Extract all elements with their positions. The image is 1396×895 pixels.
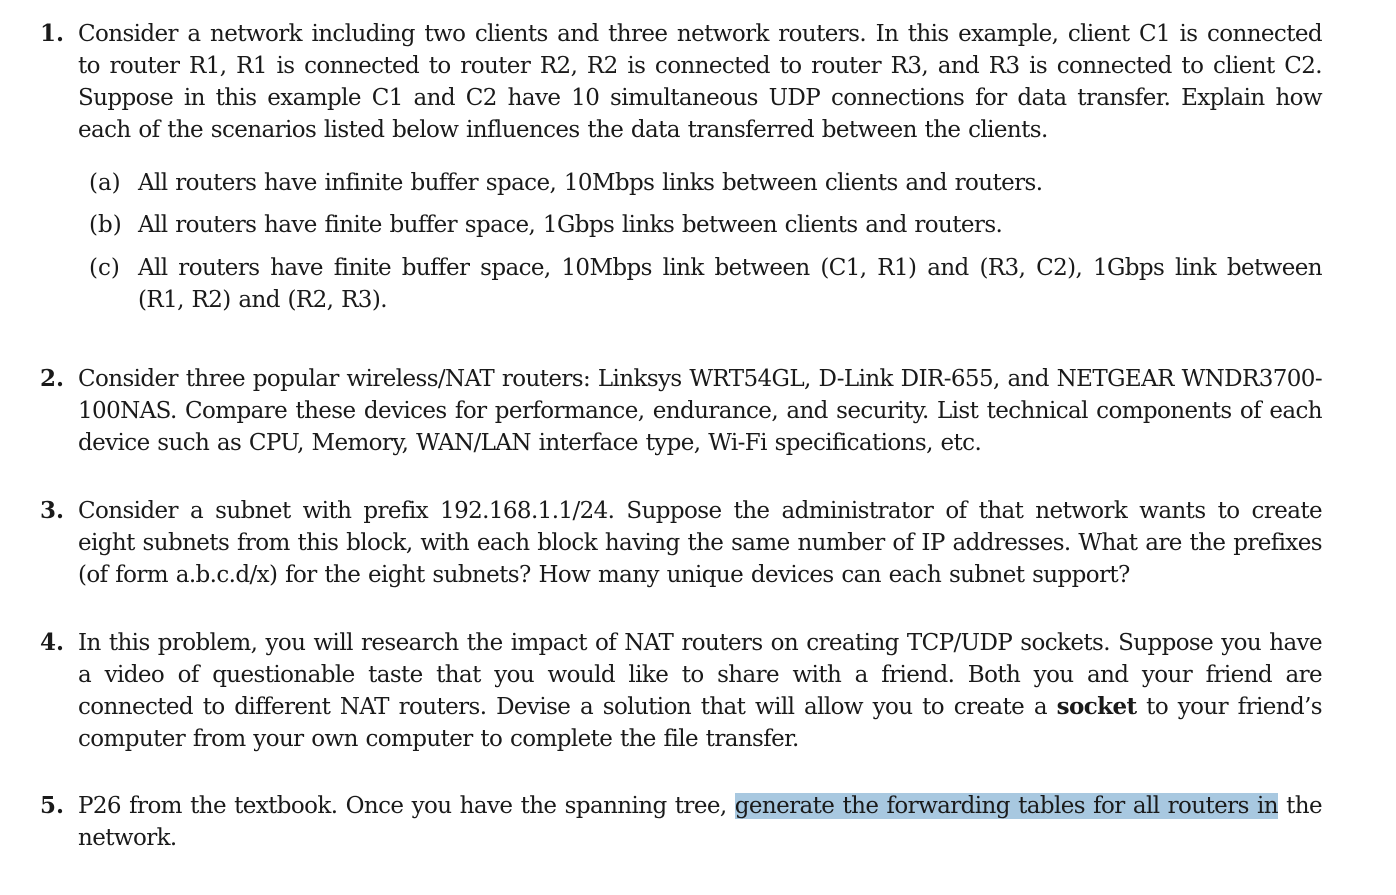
problem-5: 5. P26 from the textbook. Once you have … — [40, 790, 1323, 854]
bold-term-socket: socket — [1056, 693, 1137, 720]
document-page: 1. Consider a network including two clie… — [0, 0, 1396, 895]
problem-1-part-a: (a) All routers have infinite buffer spa… — [89, 167, 1322, 199]
selected-text-highlight[interactable]: generate the forwarding tables for all r… — [734, 793, 1279, 819]
part-text: All routers have finite buffer space, 1G… — [138, 212, 1003, 238]
part-label: (a) — [89, 170, 121, 196]
part-text: All routers have infinite buffer space, … — [138, 170, 1043, 196]
part-text: All routers have finite buffer space, 10… — [138, 255, 1323, 313]
problem-1-part-c: (c) All routers have finite buffer space… — [89, 252, 1323, 316]
problem-text: P26 from the textbook. Once you have the… — [78, 790, 1323, 854]
problem-text: Consider a subnet with prefix 192.168.1.… — [78, 498, 1323, 588]
problem-number: 4. — [40, 629, 65, 656]
problem-number: 2. — [40, 365, 65, 392]
problem-number: 5. — [40, 792, 65, 819]
problem-text-start: P26 from the textbook. Once you have the… — [78, 793, 735, 819]
problem-4: 4. In this problem, you will research th… — [40, 627, 1323, 755]
problem-number: 3. — [40, 497, 65, 524]
problem-text: Consider three popular wireless/NAT rout… — [78, 366, 1323, 456]
part-label: (b) — [89, 212, 122, 238]
part-label: (c) — [89, 255, 120, 281]
problem-1-part-b: (b) All routers have finite buffer space… — [89, 209, 1322, 241]
problem-2: 2. Consider three popular wireless/NAT r… — [40, 363, 1323, 459]
problem-text: Consider a network including two clients… — [78, 21, 1323, 143]
problem-3: 3. Consider a subnet with prefix 192.168… — [40, 495, 1323, 591]
problem-number: 1. — [40, 20, 65, 47]
problem-1: 1. Consider a network including two clie… — [40, 18, 1323, 146]
problem-text: In this problem, you will research the i… — [78, 627, 1323, 755]
